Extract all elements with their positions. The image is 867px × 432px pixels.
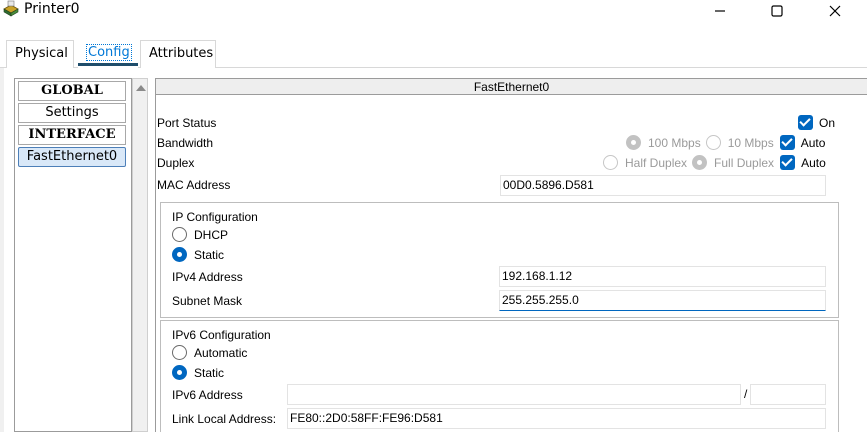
nav-scrollbar[interactable] <box>132 78 148 432</box>
duplex-label: Duplex <box>157 156 195 170</box>
ip-configuration-group: IP Configuration DHCP Static IPv4 Addres… <box>160 202 839 318</box>
tab-config[interactable]: Config <box>78 40 138 68</box>
nav-item-global[interactable]: GLOBAL <box>18 81 126 101</box>
ip-configuration-title: IP Configuration <box>172 210 258 224</box>
static-ip-option[interactable]: Static <box>172 247 224 262</box>
ipv6-configuration-group: IPv6 Configuration Automatic Static IPv6… <box>160 320 839 432</box>
title-bar: Printer0 <box>0 0 867 28</box>
subnet-mask-field[interactable]: 255.255.255.0 <box>499 290 826 311</box>
close-button[interactable] <box>812 0 858 22</box>
panel-title: FastEthernet0 <box>156 79 867 95</box>
ipv6-prefix-field[interactable] <box>750 384 826 405</box>
duplex-half-label: Half Duplex <box>625 155 688 170</box>
ipv6-address-label: IPv6 Address <box>172 388 243 402</box>
duplex-control: Half Duplex Full Duplex Auto <box>603 155 826 170</box>
tab-physical[interactable]: Physical <box>6 40 74 68</box>
printer-icon <box>2 0 20 18</box>
dhcp-option[interactable]: DHCP <box>172 227 228 242</box>
ipv6-static-label: Static <box>194 365 225 380</box>
bandwidth-auto-checkbox[interactable] <box>779 135 795 150</box>
maximize-button[interactable] <box>754 0 800 22</box>
tab-attributes-label: Attributes <box>149 46 214 61</box>
close-icon <box>829 5 841 17</box>
ipv4-address-field[interactable]: 192.168.1.12 <box>499 266 826 287</box>
bandwidth-10-label: 10 Mbps <box>727 135 774 150</box>
port-status-checkbox[interactable] <box>798 115 813 130</box>
mac-address-field[interactable]: 00D0.5896.D581 <box>500 175 826 196</box>
active-tab-indicator <box>78 63 138 66</box>
port-status-label: Port Status <box>157 116 217 130</box>
tab-bar: Physical Config Attributes <box>0 28 867 68</box>
duplex-auto-label: Auto <box>801 155 826 170</box>
dhcp-radio[interactable] <box>172 227 187 242</box>
ipv6-automatic-label: Automatic <box>194 345 248 360</box>
duplex-auto-checkbox[interactable] <box>780 155 796 170</box>
minimize-icon <box>715 10 725 12</box>
window-title: Printer0 <box>24 1 80 17</box>
port-status-on-label: On <box>819 115 836 130</box>
nav-item-settings[interactable]: Settings <box>18 103 126 123</box>
duplex-half-radio[interactable] <box>603 155 618 170</box>
bandwidth-100-radio[interactable] <box>626 135 641 150</box>
scroll-up-icon[interactable] <box>136 85 146 91</box>
ipv4-address-label: IPv4 Address <box>172 270 243 284</box>
bandwidth-control: 100 Mbps 10 Mbps Auto <box>626 135 825 150</box>
bandwidth-100-label: 100 Mbps <box>648 135 701 150</box>
link-local-address-label: Link Local Address: <box>172 412 277 426</box>
duplex-full-radio[interactable] <box>692 155 708 170</box>
tab-physical-label: Physical <box>15 46 68 61</box>
nav-item-interface[interactable]: INTERFACE <box>18 125 126 145</box>
maximize-icon <box>771 5 783 17</box>
ipv6-static-radio[interactable] <box>172 365 187 380</box>
ipv6-configuration-title: IPv6 Configuration <box>172 328 271 342</box>
minimize-button[interactable] <box>697 0 743 22</box>
ipv6-automatic-radio[interactable] <box>172 345 187 360</box>
dhcp-label: DHCP <box>194 227 229 242</box>
bandwidth-auto-label: Auto <box>800 135 826 150</box>
duplex-full-label: Full Duplex <box>714 155 775 170</box>
bandwidth-10-radio[interactable] <box>705 135 721 150</box>
static-ip-radio[interactable] <box>172 247 187 262</box>
ipv6-automatic-option[interactable]: Automatic <box>172 345 247 360</box>
mac-address-label: MAC Address <box>157 178 231 192</box>
link-local-address-field[interactable]: FE80::2D0:58FF:FE96:D581 <box>287 408 826 429</box>
config-content: GLOBAL Settings INTERFACE FastEthernet0 … <box>4 68 867 432</box>
ipv6-address-field[interactable] <box>287 384 741 405</box>
subnet-mask-label: Subnet Mask <box>172 294 243 308</box>
nav-item-fastethernet0[interactable]: FastEthernet0 <box>18 147 126 167</box>
ipv6-static-option[interactable]: Static <box>172 365 224 380</box>
ipv6-prefix-separator: / <box>744 387 748 401</box>
tab-config-label: Config <box>86 44 132 61</box>
tab-attributes[interactable]: Attributes <box>140 40 216 68</box>
config-nav-list: GLOBAL Settings INTERFACE FastEthernet0 <box>14 78 132 432</box>
interface-panel: FastEthernet0 Port Status On Bandwidth 1… <box>155 78 867 432</box>
port-status-control: On <box>798 115 835 130</box>
static-ip-label: Static <box>194 247 225 262</box>
bandwidth-label: Bandwidth <box>157 136 214 150</box>
